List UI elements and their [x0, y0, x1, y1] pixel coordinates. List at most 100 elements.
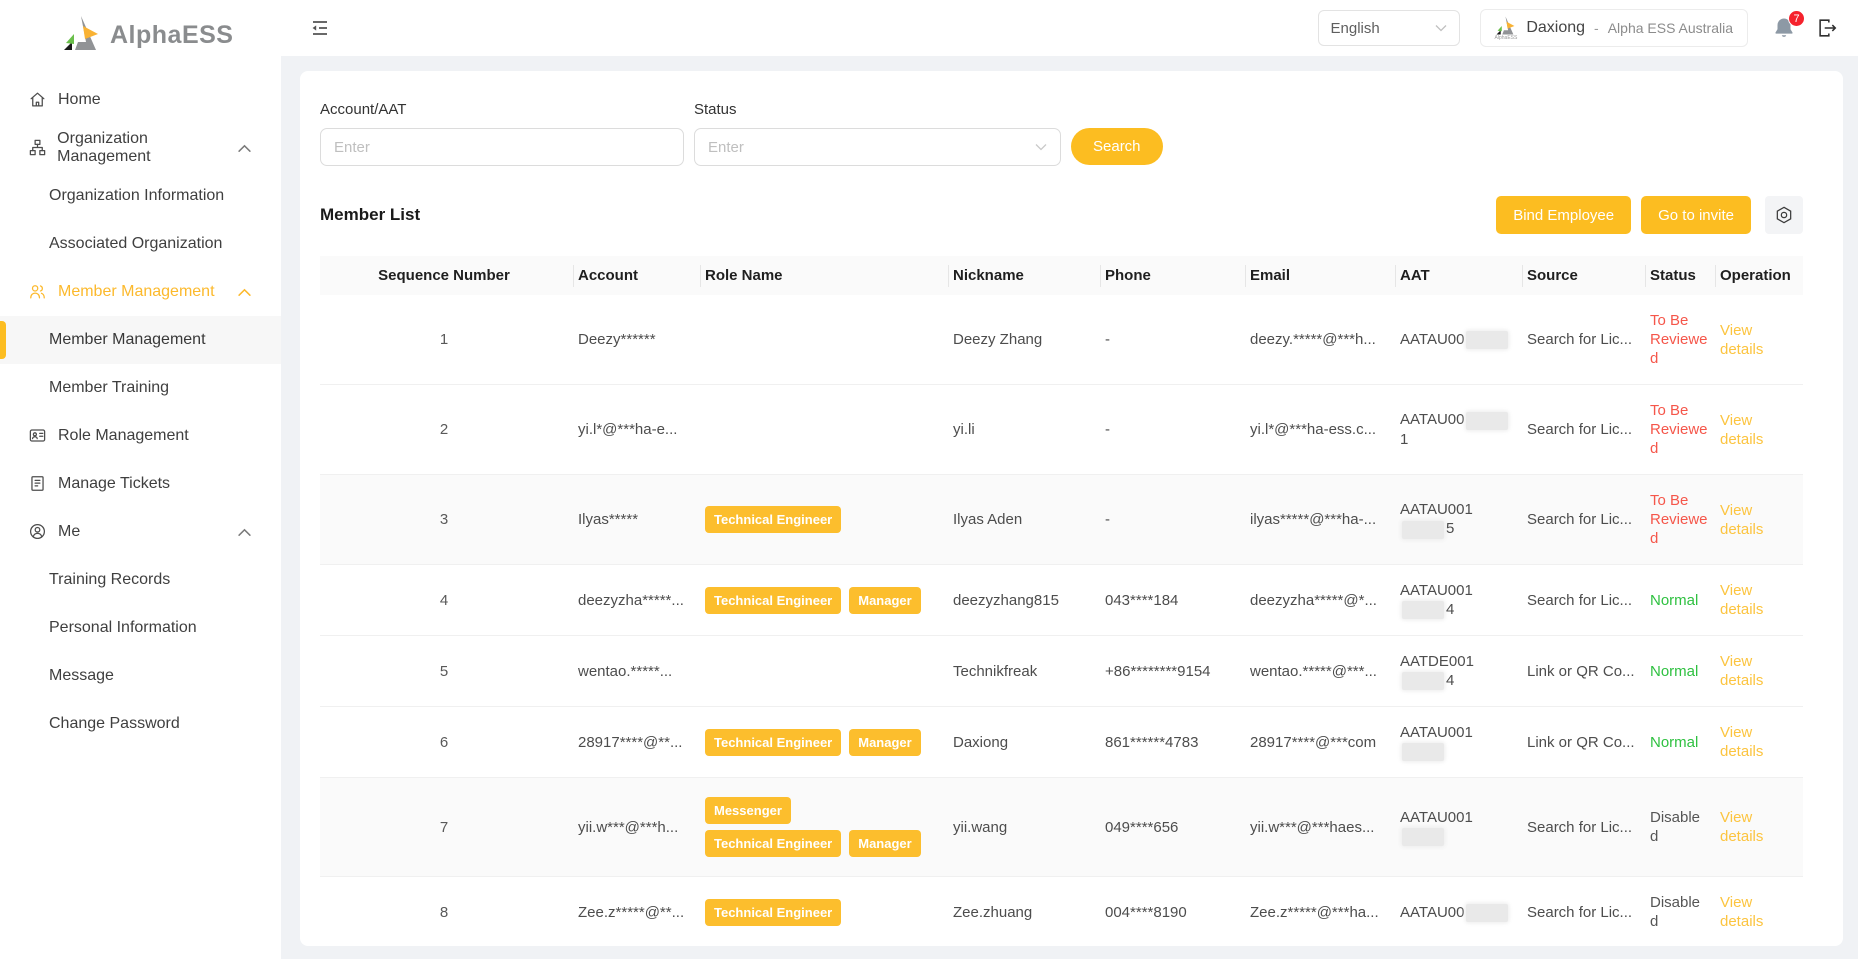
status-text: To Be Reviewed	[1650, 401, 1708, 458]
member-list-header: Member List Bind Employee Go to invite	[320, 196, 1803, 234]
nickname-value: Deezy Zhang	[953, 331, 1042, 348]
sidebar-item-role-management[interactable]: Role Management	[0, 412, 281, 460]
role-cell	[705, 295, 953, 385]
email-value: Zee.z*****@***ha...	[1250, 904, 1379, 921]
sidebar-item-label: Member Management	[49, 331, 206, 349]
sequence-number: 7	[440, 819, 448, 836]
brand-name: AlphaESS	[110, 21, 233, 50]
phone-value: +86********9154	[1105, 663, 1211, 680]
email-cell: 28917****@***com	[1250, 707, 1400, 778]
status-cell: Normal	[1650, 636, 1720, 707]
column-header-nickname: Nickname	[953, 256, 1105, 295]
settings-gear-icon[interactable]	[1765, 196, 1803, 234]
sidebar-item-me[interactable]: Me	[0, 508, 281, 556]
source-cell: Link or QR Co...	[1527, 636, 1650, 707]
status-label: Status	[694, 101, 1061, 118]
sidebar-item-label: Manage Tickets	[58, 475, 170, 493]
aat-value: AATAU00	[1400, 411, 1464, 428]
aat-cell: AATAU001	[1400, 778, 1527, 877]
status-select[interactable]: Enter	[694, 128, 1061, 166]
account-cell: Zee.z*****@**...	[578, 877, 705, 946]
view-details-link[interactable]: View details	[1720, 653, 1763, 689]
role-badge: Technical Engineer	[705, 899, 841, 926]
sidebar-item-associated-organization[interactable]: Associated Organization	[0, 220, 281, 268]
email-value: ilyas*****@***ha-...	[1250, 511, 1376, 528]
role-badge: Manager	[849, 830, 920, 857]
phone-value: 004****8190	[1105, 904, 1187, 921]
role-badge: Manager	[849, 729, 920, 756]
operation-cell: View details	[1720, 385, 1803, 475]
chevron-down-icon	[1435, 24, 1447, 32]
sidebar-item-member-management[interactable]: Member Management	[0, 316, 281, 364]
search-button[interactable]: Search	[1071, 128, 1163, 165]
aat-cell: AATAU00	[1400, 295, 1527, 385]
nickname-cell: Daxiong	[953, 707, 1105, 778]
view-details-link[interactable]: View details	[1720, 412, 1763, 448]
sidebar-item-member-management[interactable]: Member Management	[0, 268, 281, 316]
source-value: Link or QR Co...	[1527, 734, 1635, 751]
column-header-role-name: Role Name	[705, 256, 953, 295]
table-header-row: Sequence NumberAccountRole NameNicknameP…	[320, 256, 1803, 295]
user-account[interactable]: AlphaESS Daxiong - Alpha ESS Australia	[1480, 9, 1748, 47]
role-cell: Technical Engineer	[705, 475, 953, 565]
role-cell: Technical EngineerManager	[705, 707, 953, 778]
view-details-link[interactable]: View details	[1720, 809, 1763, 845]
sidebar-item-personal-information[interactable]: Personal Information	[0, 604, 281, 652]
topbar-right: English AlphaESS	[1318, 9, 1838, 47]
operation-cell: View details	[1720, 636, 1803, 707]
sequence-number: 4	[440, 592, 448, 609]
sequence-number: 3	[440, 511, 448, 528]
phone-cell: 043****184	[1105, 565, 1250, 636]
phone-cell: 049****656	[1105, 778, 1250, 877]
nickname-cell: Ilyas Aden	[953, 475, 1105, 565]
sidebar-item-message[interactable]: Message	[0, 652, 281, 700]
brand-logo: AlphaESS	[0, 0, 281, 68]
phone-cell: -	[1105, 385, 1250, 475]
sidebar-item-training-records[interactable]: Training Records	[0, 556, 281, 604]
user-organization: Alpha ESS Australia	[1608, 20, 1733, 36]
sidebar-item-manage-tickets[interactable]: Manage Tickets	[0, 460, 281, 508]
notification-badge: 7	[1788, 10, 1805, 27]
sidebar-item-home[interactable]: Home	[0, 76, 281, 124]
view-details-link[interactable]: View details	[1720, 582, 1763, 618]
source-value: Search for Lic...	[1527, 904, 1632, 921]
phone-value: -	[1105, 511, 1110, 528]
menu-fold-icon[interactable]	[310, 18, 330, 38]
sidebar-item-change-password[interactable]: Change Password	[0, 700, 281, 748]
aat-cell: AATAU0015	[1400, 475, 1527, 565]
nickname-cell: yi.li	[953, 385, 1105, 475]
view-details-link[interactable]: View details	[1720, 502, 1763, 538]
language-select[interactable]: English	[1318, 10, 1460, 46]
email-value: yii.w***@***haes...	[1250, 819, 1374, 836]
aat-value: AATDE001	[1400, 653, 1474, 670]
column-header-aat: AAT	[1400, 256, 1527, 295]
go-to-invite-button[interactable]: Go to invite	[1641, 196, 1751, 234]
status-text: To Be Reviewed	[1650, 491, 1708, 548]
account-aat-input[interactable]	[320, 128, 684, 166]
account-value: Deezy******	[578, 331, 656, 348]
operation-cell: View details	[1720, 565, 1803, 636]
sidebar-item-organization-information[interactable]: Organization Information	[0, 172, 281, 220]
account-cell: wentao.*****...	[578, 636, 705, 707]
notifications-bell-icon[interactable]: 7	[1772, 16, 1796, 40]
account-cell: deezyzha*****...	[578, 565, 705, 636]
table-row: 7yii.w***@***h...MessengerTechnical Engi…	[320, 778, 1803, 877]
status-text: Normal	[1650, 591, 1698, 610]
table-row: 8 Zee.z*****@**...Technical Engineer Zee.z…	[320, 877, 1803, 946]
email-cell: yii.w***@***haes...	[1250, 778, 1400, 877]
account-value: deezyzha*****...	[578, 592, 684, 609]
email-value: deezy.*****@***h...	[1250, 331, 1376, 348]
phone-value: 049****656	[1105, 819, 1178, 836]
operation-cell: View details	[1720, 877, 1803, 946]
account-cell: Deezy******	[578, 295, 705, 385]
sidebar-item-organization-management[interactable]: Organization Management	[0, 124, 281, 172]
bind-employee-button[interactable]: Bind Employee	[1496, 196, 1631, 234]
sequence-number: 8	[440, 904, 448, 921]
role-cell: Technical Engineer	[705, 877, 953, 946]
sidebar-item-label: Change Password	[49, 715, 180, 733]
view-details-link[interactable]: View details	[1720, 894, 1763, 930]
sidebar-item-member-training[interactable]: Member Training	[0, 364, 281, 412]
view-details-link[interactable]: View details	[1720, 724, 1763, 760]
logout-icon[interactable]	[1816, 17, 1838, 39]
view-details-link[interactable]: View details	[1720, 322, 1763, 358]
